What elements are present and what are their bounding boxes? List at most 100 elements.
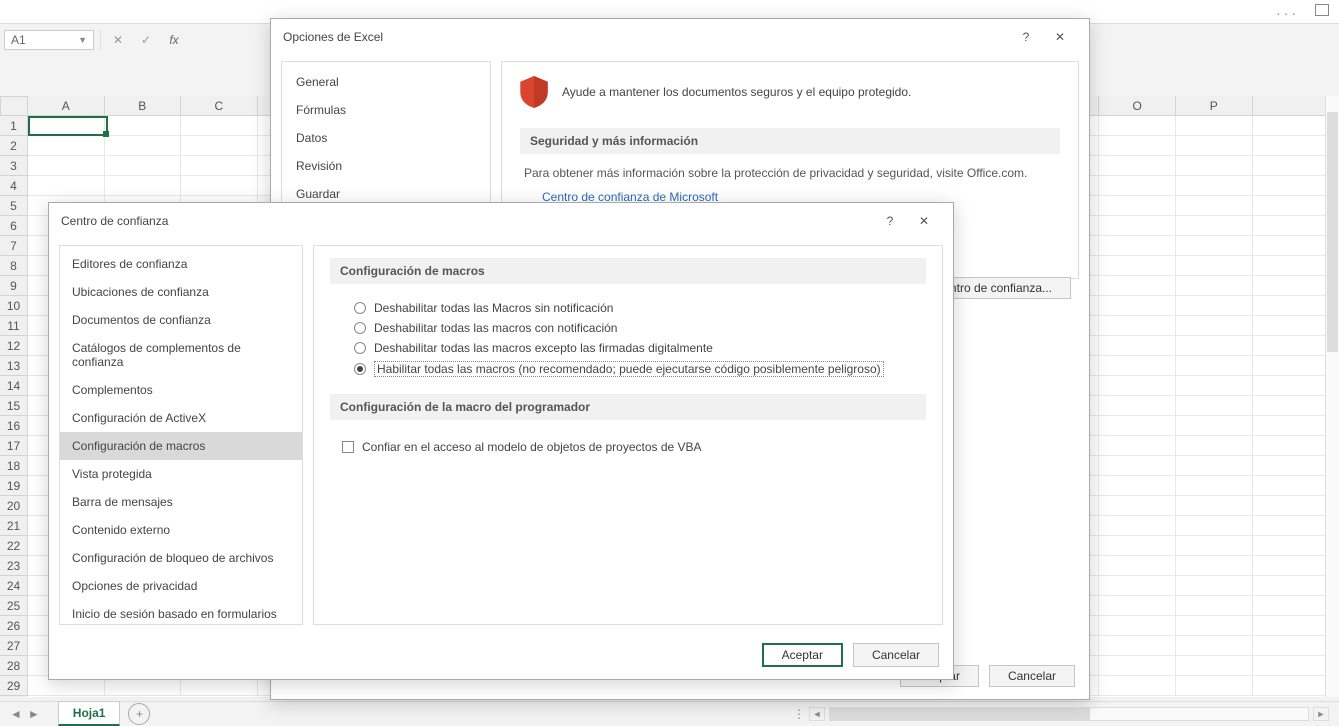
trust-sidebar[interactable]: Editores de confianzaUbicaciones de conf… xyxy=(59,245,303,625)
cell[interactable] xyxy=(1253,656,1330,676)
cell[interactable] xyxy=(1253,316,1330,336)
row-header[interactable]: 8 xyxy=(0,256,28,276)
trust-sidebar-item[interactable]: Barra de mensajes xyxy=(60,488,302,516)
hscroll-menu-icon[interactable]: ⋮ xyxy=(793,707,805,721)
cell[interactable] xyxy=(1253,336,1330,356)
trust-sidebar-item[interactable]: Configuración de ActiveX xyxy=(60,404,302,432)
trust-sidebar-item[interactable]: Catálogos de complementos de confianza xyxy=(60,334,302,376)
cell[interactable] xyxy=(1099,596,1176,616)
close-button[interactable]: ✕ xyxy=(907,207,941,235)
row-header[interactable]: 1 xyxy=(0,116,28,136)
hscroll-thumb[interactable] xyxy=(830,708,1090,720)
cell[interactable] xyxy=(1099,436,1176,456)
options-sidebar-item[interactable]: Revisión xyxy=(282,152,490,180)
trust-sidebar-item[interactable]: Vista protegida xyxy=(60,460,302,488)
row-header[interactable]: 29 xyxy=(0,676,28,696)
cell[interactable] xyxy=(181,136,258,156)
cell[interactable] xyxy=(1253,376,1330,396)
cell[interactable] xyxy=(1176,616,1253,636)
row-header[interactable]: 4 xyxy=(0,176,28,196)
row-header[interactable]: 10 xyxy=(0,296,28,316)
cell[interactable] xyxy=(1176,676,1253,696)
cell[interactable] xyxy=(181,116,258,136)
row-header[interactable]: 24 xyxy=(0,576,28,596)
column-header[interactable] xyxy=(1253,96,1330,116)
cell[interactable] xyxy=(1099,376,1176,396)
row-header[interactable]: 20 xyxy=(0,496,28,516)
cell[interactable] xyxy=(1176,416,1253,436)
trust-accept-button[interactable]: Aceptar xyxy=(762,643,843,667)
cell[interactable] xyxy=(1099,276,1176,296)
cell[interactable] xyxy=(181,156,258,176)
cell[interactable] xyxy=(1099,576,1176,596)
vertical-scrollbar[interactable] xyxy=(1325,96,1339,697)
column-header[interactable]: B xyxy=(105,96,182,116)
row-header[interactable]: 17 xyxy=(0,436,28,456)
cell[interactable] xyxy=(1099,656,1176,676)
cell[interactable] xyxy=(1176,316,1253,336)
horizontal-scrollbar[interactable]: ⋮ ◄ ► xyxy=(793,707,1329,721)
cell[interactable] xyxy=(1176,576,1253,596)
cell[interactable] xyxy=(105,136,182,156)
options-sidebar-item[interactable]: Fórmulas xyxy=(282,96,490,124)
cell[interactable] xyxy=(1176,396,1253,416)
name-box[interactable]: A1 ▼ xyxy=(4,30,94,50)
cell[interactable] xyxy=(1253,636,1330,656)
row-header[interactable]: 15 xyxy=(0,396,28,416)
add-sheet-button[interactable]: + xyxy=(128,703,150,725)
cell[interactable] xyxy=(105,116,182,136)
row-header[interactable]: 22 xyxy=(0,536,28,556)
cell[interactable] xyxy=(1099,256,1176,276)
cell[interactable] xyxy=(1253,536,1330,556)
macro-radio-option[interactable]: Deshabilitar todas las Macros sin notifi… xyxy=(330,298,926,318)
cell[interactable] xyxy=(1176,556,1253,576)
cell[interactable] xyxy=(1176,356,1253,376)
cell[interactable] xyxy=(1099,156,1176,176)
scrollbar-thumb[interactable] xyxy=(1327,112,1338,352)
trust-sidebar-item[interactable]: Editores de confianza xyxy=(60,250,302,278)
trust-sidebar-item[interactable]: Contenido externo xyxy=(60,516,302,544)
cell[interactable] xyxy=(1099,196,1176,216)
cell[interactable] xyxy=(1176,136,1253,156)
trust-sidebar-item[interactable]: Inicio de sesión basado en formularios xyxy=(60,600,302,628)
cell[interactable] xyxy=(1099,496,1176,516)
sheet-nav[interactable]: ◄► xyxy=(0,707,50,721)
column-header[interactable]: C xyxy=(181,96,258,116)
column-header[interactable]: P xyxy=(1176,96,1253,116)
cell[interactable] xyxy=(1099,316,1176,336)
cell[interactable] xyxy=(1099,396,1176,416)
cell[interactable] xyxy=(1176,596,1253,616)
cell[interactable] xyxy=(28,116,105,136)
options-cancel-button[interactable]: Cancelar xyxy=(989,665,1075,687)
cell[interactable] xyxy=(1253,156,1330,176)
macro-radio-option[interactable]: Deshabilitar todas las macros excepto la… xyxy=(330,338,926,358)
cell[interactable] xyxy=(1253,236,1330,256)
options-sidebar-item[interactable]: Datos xyxy=(282,124,490,152)
trust-sidebar-item[interactable]: Complementos xyxy=(60,376,302,404)
fx-icon[interactable]: fx xyxy=(163,30,185,50)
cell[interactable] xyxy=(1253,676,1330,696)
row-header[interactable]: 9 xyxy=(0,276,28,296)
row-headers[interactable]: 1234567891011121314151617181920212223242… xyxy=(0,116,28,697)
trust-sidebar-item[interactable]: Opciones de privacidad xyxy=(60,572,302,600)
row-header[interactable]: 7 xyxy=(0,236,28,256)
row-header[interactable]: 2 xyxy=(0,136,28,156)
trust-sidebar-item[interactable]: Documentos de confianza xyxy=(60,306,302,334)
options-sidebar-item[interactable]: General xyxy=(282,68,490,96)
row-header[interactable]: 19 xyxy=(0,476,28,496)
radio-icon[interactable] xyxy=(354,322,366,334)
row-header[interactable]: 13 xyxy=(0,356,28,376)
cell[interactable] xyxy=(1099,336,1176,356)
row-header[interactable]: 25 xyxy=(0,596,28,616)
cell[interactable] xyxy=(1253,116,1330,136)
radio-icon[interactable] xyxy=(354,363,366,375)
trust-sidebar-item[interactable]: Configuración de macros xyxy=(60,432,302,460)
cell[interactable] xyxy=(28,136,105,156)
trust-sidebar-item[interactable]: Ubicaciones de confianza xyxy=(60,278,302,306)
cell[interactable] xyxy=(1176,196,1253,216)
cell[interactable] xyxy=(1253,176,1330,196)
cell[interactable] xyxy=(1176,656,1253,676)
help-button[interactable]: ? xyxy=(873,207,907,235)
close-button[interactable]: ✕ xyxy=(1043,23,1077,51)
cell[interactable] xyxy=(1176,276,1253,296)
